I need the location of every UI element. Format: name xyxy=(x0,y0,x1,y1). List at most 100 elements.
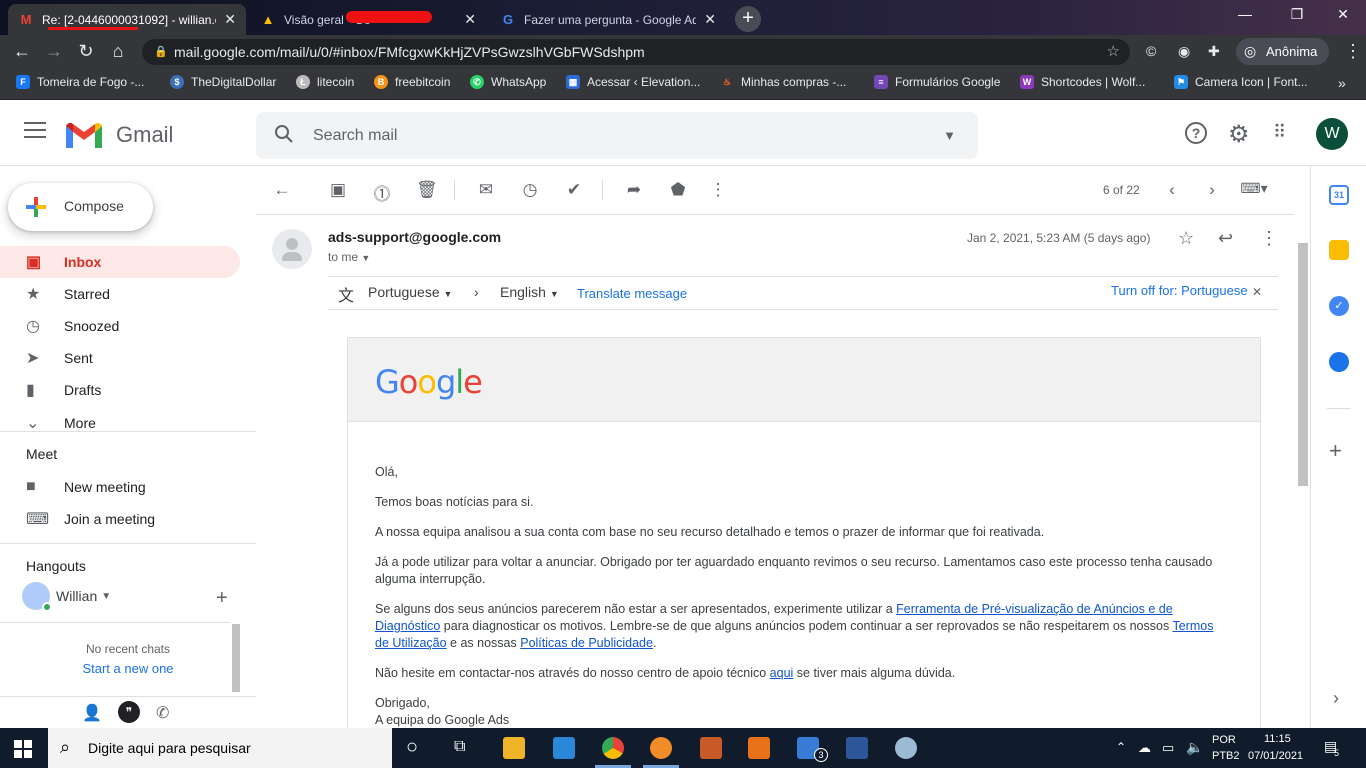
bookmark-item[interactable]: ⚑ Camera Icon | Font... xyxy=(1174,75,1308,89)
input-tools-icon[interactable]: ⌨▾ xyxy=(1238,180,1270,197)
home-icon[interactable]: ⌂ xyxy=(106,41,130,62)
extension-icon[interactable]: ◉ xyxy=(1178,43,1190,60)
back-to-inbox-icon[interactable]: ← xyxy=(272,180,292,200)
source-language-select[interactable]: Portuguese ▼ xyxy=(368,284,452,300)
bookmark-item[interactable]: ▦ Acessar ‹ Elevation... xyxy=(566,75,700,89)
main-menu-icon[interactable] xyxy=(24,122,46,140)
reply-icon[interactable]: ↩ xyxy=(1218,228,1233,249)
more-options-icon[interactable]: ⋮ xyxy=(1260,228,1278,249)
volume-icon[interactable]: 🔈 xyxy=(1186,739,1203,756)
puzzle-icon[interactable]: ✚ xyxy=(1208,43,1220,60)
start-new-chat-link[interactable]: Start a new one xyxy=(0,661,256,676)
tab-ask-question[interactable]: G Fazer uma pergunta - Google Ad ✕ xyxy=(490,4,726,35)
sidebar-item-sent[interactable]: ➤ Sent xyxy=(0,342,240,374)
taskbar-search[interactable]: ⌕ Digite aqui para pesquisar xyxy=(48,728,392,768)
close-icon[interactable]: ✕ xyxy=(1252,285,1262,299)
add-addon-icon[interactable]: + xyxy=(1329,438,1342,464)
close-window-button[interactable]: ✕ xyxy=(1328,6,1358,23)
bookmark-item[interactable]: ≡ Formulários Google xyxy=(874,75,1000,89)
show-hidden-icons[interactable]: ⌃ xyxy=(1116,740,1126,754)
windows-start-icon[interactable] xyxy=(14,740,32,758)
new-meeting-button[interactable]: ■ New meeting xyxy=(0,471,240,503)
bookmark-item[interactable]: $ TheDigitalDollar xyxy=(170,75,276,89)
reload-icon[interactable]: ↻ xyxy=(74,41,98,62)
bookmark-item[interactable]: Łlitecoin xyxy=(296,75,354,89)
more-options-icon[interactable]: ⋮ xyxy=(708,180,728,200)
word-icon[interactable] xyxy=(846,737,868,759)
clock-date[interactable]: 07/01/2021 xyxy=(1248,750,1303,762)
bookmarks-overflow-icon[interactable]: » xyxy=(1338,75,1346,91)
hangouts-user-button[interactable]: Willian ▼ xyxy=(22,582,111,612)
expand-panel-icon[interactable]: › xyxy=(1333,688,1339,709)
scrollbar[interactable] xyxy=(1298,243,1308,486)
minimize-button[interactable]: — xyxy=(1230,6,1260,22)
apps-grid-icon[interactable]: ⠿ xyxy=(1273,122,1286,143)
star-icon[interactable]: ☆ xyxy=(1178,228,1194,249)
clock-time[interactable]: 11:15 xyxy=(1264,733,1291,745)
close-icon[interactable]: ✕ xyxy=(704,11,716,28)
add-chat-icon[interactable]: + xyxy=(216,587,228,610)
ad-policies-link[interactable]: Políticas de Publicidade xyxy=(520,636,653,650)
cortana-icon[interactable]: ○ xyxy=(406,736,418,759)
incognito-button[interactable]: ◎ Anônima xyxy=(1236,38,1330,65)
search-bar[interactable]: Search mail ▼ xyxy=(256,112,978,159)
bookmark-star-icon[interactable]: ☆ xyxy=(1107,39,1120,65)
new-tab-button[interactable]: + xyxy=(735,6,761,32)
cloud-icon[interactable]: ☁ xyxy=(1138,740,1151,756)
help-icon[interactable]: ? xyxy=(1185,122,1207,144)
support-center-link[interactable]: aqui xyxy=(770,666,794,680)
forward-icon[interactable]: → xyxy=(42,41,66,62)
scrollbar[interactable] xyxy=(232,624,240,692)
move-to-icon[interactable]: ➦ xyxy=(624,180,644,200)
hangouts-icon[interactable]: ❞ xyxy=(118,701,140,723)
turn-off-translation-link[interactable]: Turn off for: Portuguese xyxy=(1111,283,1248,298)
network-icon[interactable]: ▭ xyxy=(1162,740,1174,756)
bookmark-item[interactable]: W Shortcodes | Wolf... xyxy=(1020,75,1145,89)
target-language-select[interactable]: English ▼ xyxy=(500,284,559,300)
store-icon[interactable] xyxy=(553,737,575,759)
maximize-button[interactable]: ❐ xyxy=(1282,6,1312,23)
back-icon[interactable]: ← xyxy=(10,41,34,62)
account-avatar[interactable]: W xyxy=(1316,118,1348,150)
bookmark-item[interactable]: ✆ WhatsApp xyxy=(470,75,546,89)
file-explorer-icon[interactable] xyxy=(503,737,525,759)
person-icon[interactable]: 👤 xyxy=(82,703,102,723)
url-field[interactable]: 🔒 mail.google.com/mail/u/0/#inbox/FMfcgx… xyxy=(142,39,1130,65)
ccleaner-icon[interactable] xyxy=(650,737,672,759)
sidebar-item-snoozed[interactable]: ◷ Snoozed xyxy=(0,310,240,342)
delete-icon[interactable]: 🗑 xyxy=(416,180,438,200)
search-icon[interactable] xyxy=(274,124,294,144)
mark-unread-icon[interactable]: ✉ xyxy=(476,180,496,200)
menu-dots-icon[interactable]: ⋮ xyxy=(1344,41,1362,62)
settings-gear-icon[interactable]: ⚙ xyxy=(1228,120,1250,149)
taskbar-search-input[interactable]: Digite aqui para pesquisar xyxy=(88,740,251,756)
task-view-icon[interactable]: ⧉ xyxy=(454,738,465,756)
newer-chevron-icon[interactable]: ‹ xyxy=(1162,180,1182,200)
extension-icon[interactable]: © xyxy=(1146,43,1156,59)
search-options-icon[interactable]: ▼ xyxy=(943,128,956,143)
language-code[interactable]: POR xyxy=(1212,734,1236,746)
paint-icon[interactable] xyxy=(895,737,917,759)
sidebar-item-more[interactable]: ⌄ More xyxy=(0,407,240,439)
keep-icon[interactable] xyxy=(1329,240,1349,260)
sender-email[interactable]: ads-support@google.com xyxy=(328,229,501,245)
sidebar-item-starred[interactable]: ★ Starred xyxy=(0,278,240,310)
chrome-icon[interactable] xyxy=(602,737,624,759)
recipient-details[interactable]: to me ▼ xyxy=(328,250,370,264)
search-input[interactable]: Search mail xyxy=(313,127,397,145)
report-spam-icon[interactable]: ⓵ xyxy=(372,180,392,205)
sidebar-item-inbox[interactable]: ▣ Inbox xyxy=(0,246,240,278)
join-meeting-button[interactable]: ⌨ Join a meeting xyxy=(0,503,240,535)
contacts-icon[interactable] xyxy=(1329,352,1349,372)
sidebar-item-drafts[interactable]: ▮ Drafts xyxy=(0,374,240,406)
snooze-clock-icon[interactable]: ◷ xyxy=(520,180,540,200)
calendar-icon[interactable]: 31 xyxy=(1329,185,1349,205)
close-icon[interactable]: ✕ xyxy=(224,11,236,28)
keyboard-layout[interactable]: PTB2 xyxy=(1212,750,1240,762)
archive-icon[interactable]: ▣ xyxy=(328,180,348,200)
phone-icon[interactable]: ✆ xyxy=(156,703,169,723)
app-icon[interactable] xyxy=(700,737,722,759)
older-chevron-icon[interactable]: › xyxy=(1202,180,1222,200)
label-icon[interactable]: ⬟ xyxy=(668,180,688,200)
tasks-icon[interactable]: ✓ xyxy=(1329,296,1349,316)
